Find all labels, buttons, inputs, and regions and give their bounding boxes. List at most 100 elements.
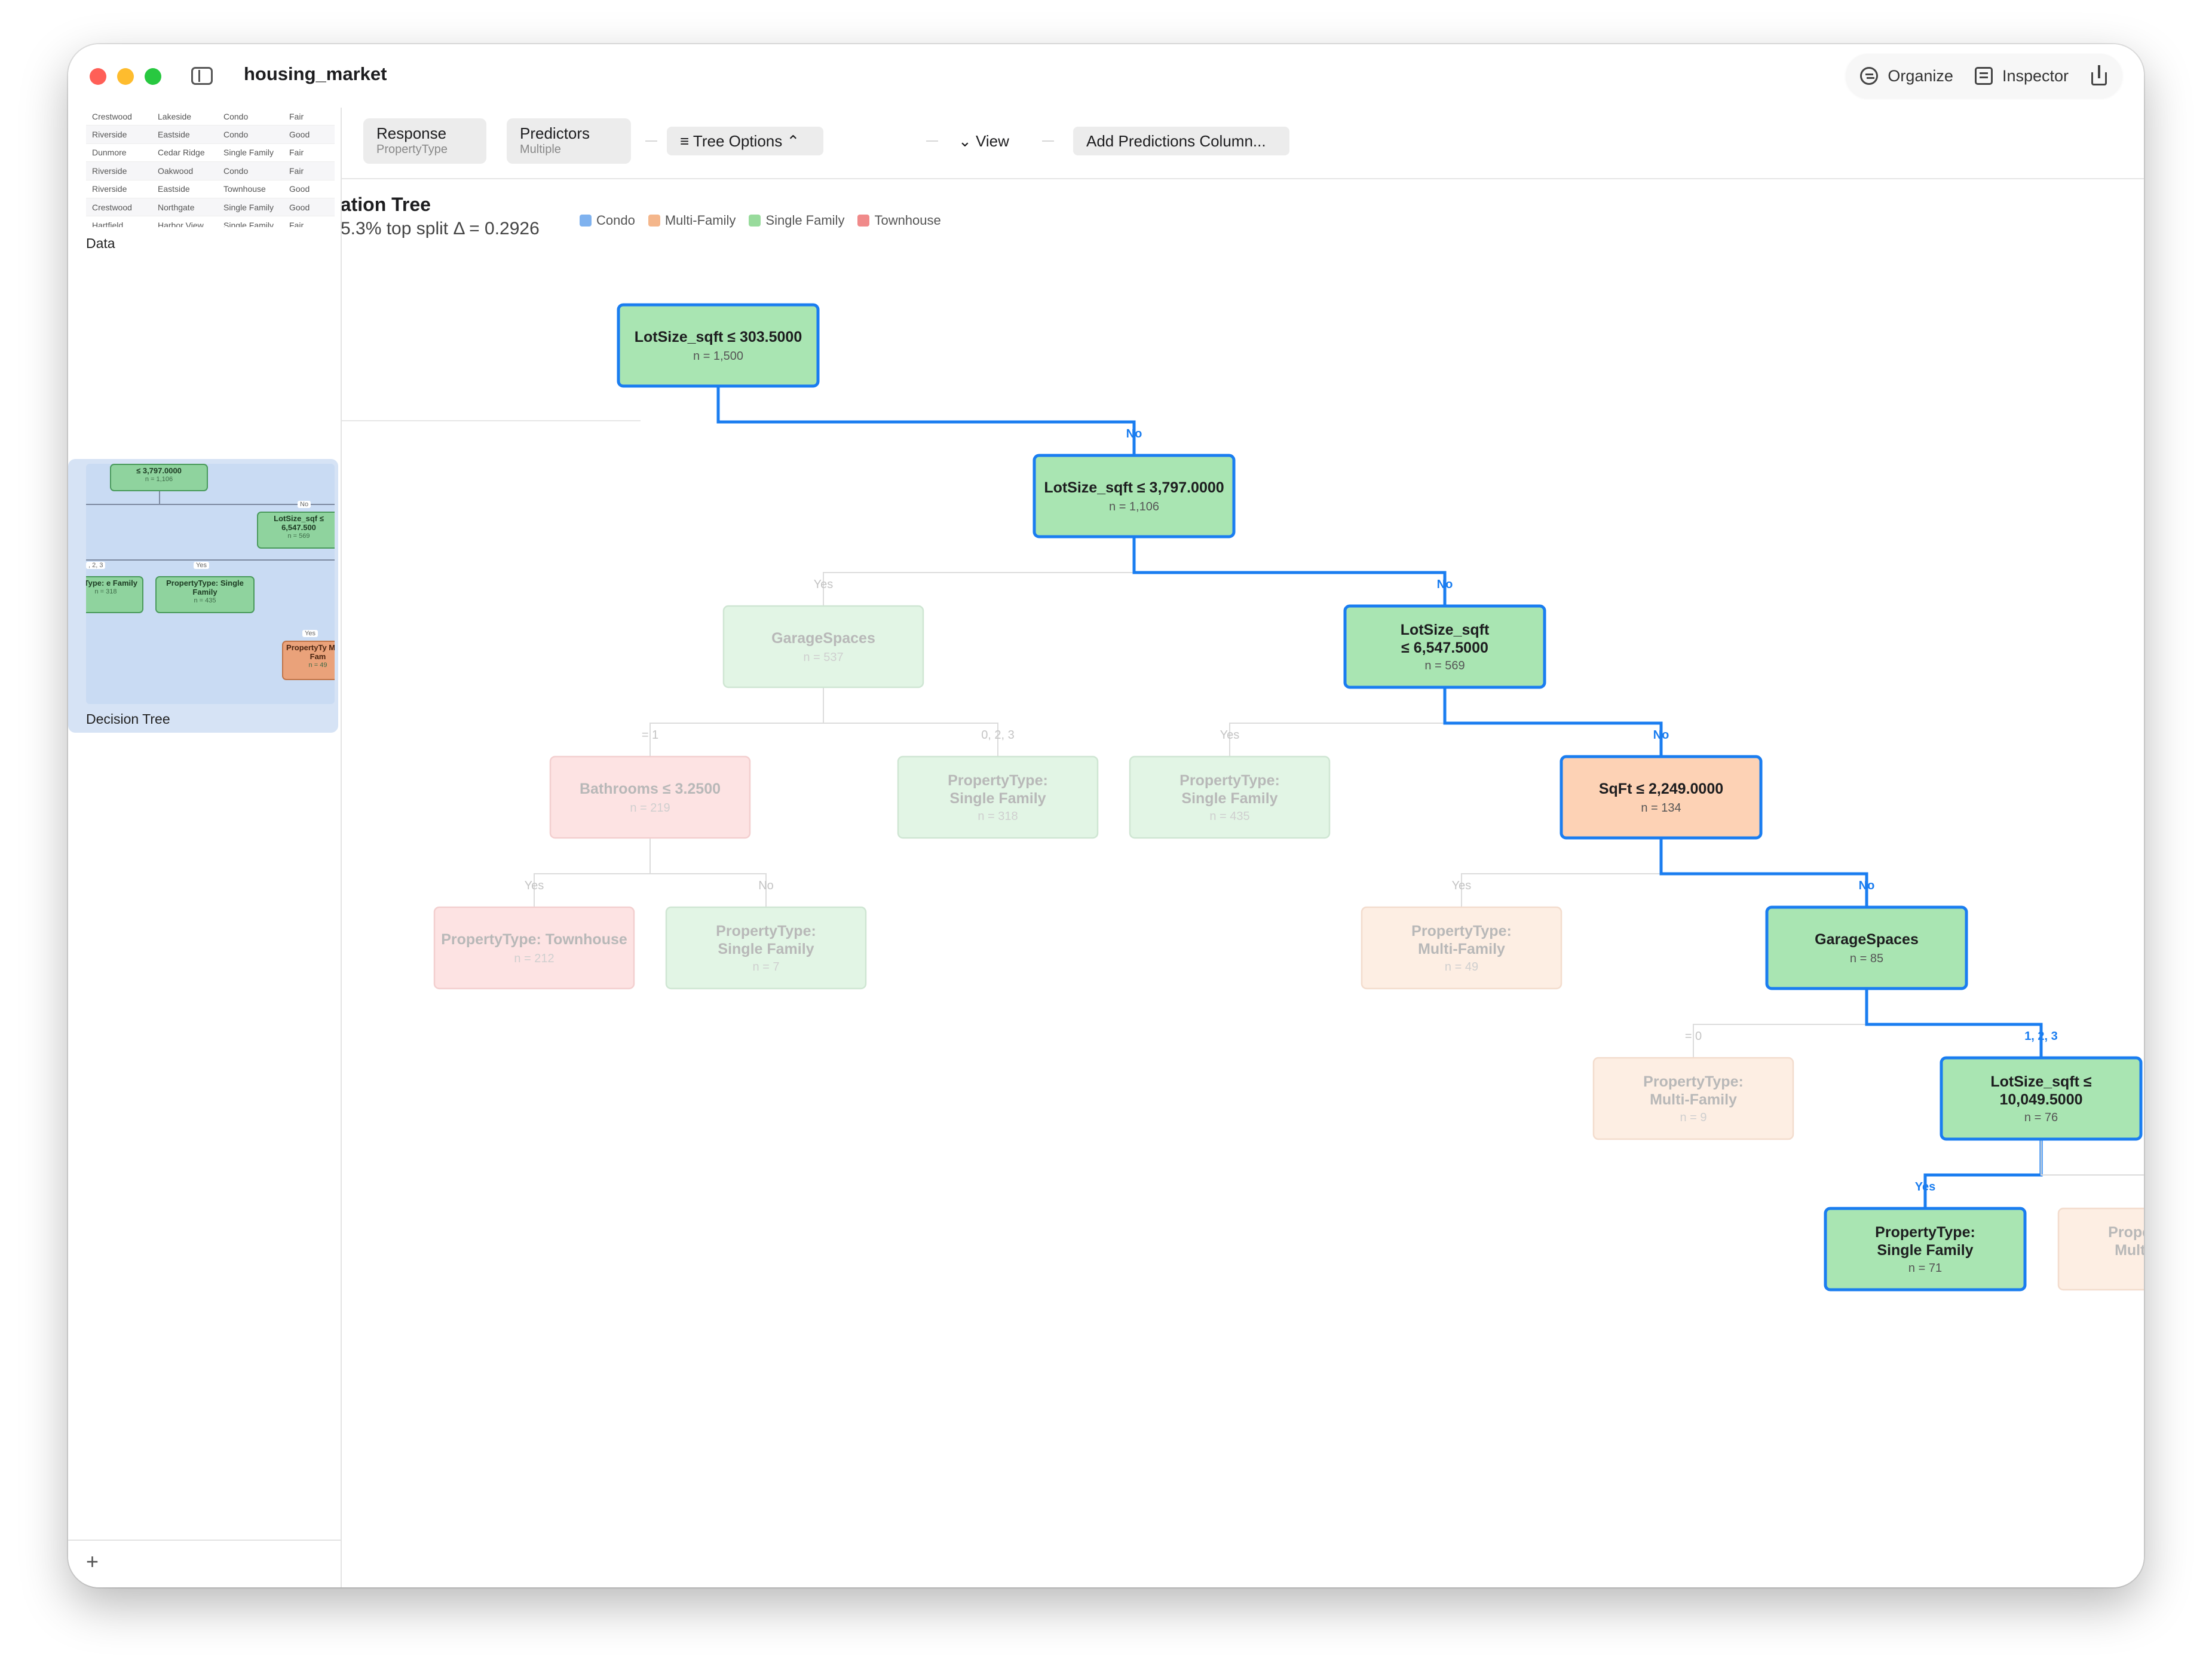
data-cell: Fair bbox=[289, 111, 304, 121]
tree-node[interactable]: PropertyType:Multi-Family n = 49 bbox=[1361, 906, 1563, 990]
tree-node[interactable]: LotSize_sqft ≤10,049.5000 n = 76 bbox=[1940, 1056, 2143, 1141]
tree-canvas[interactable]: cation Tree 5.3% top split Δ = 0.2926 Co… bbox=[342, 179, 2144, 1587]
node-box bbox=[1033, 454, 1236, 538]
node-label: LotSize_sqft ≤ bbox=[1990, 1073, 2092, 1090]
node-label: PropertyType: bbox=[1643, 1073, 1744, 1090]
node-label: 10,049.5000 bbox=[1999, 1091, 2082, 1108]
tree-options-button[interactable]: ≡ Tree Options ⌃ bbox=[667, 127, 823, 155]
tree-node[interactable]: Bathrooms ≤ 3.2500 n = 219 bbox=[549, 755, 751, 839]
sidebar-toggle-icon[interactable] bbox=[191, 67, 213, 85]
toolbar-separator bbox=[645, 140, 657, 142]
predictors-value: Multiple bbox=[520, 143, 561, 156]
toolbar-separator bbox=[1042, 140, 1054, 142]
node-box bbox=[549, 755, 751, 839]
node-box bbox=[433, 906, 635, 990]
close-window-button[interactable] bbox=[90, 68, 106, 85]
data-cell: Lakeside bbox=[158, 111, 192, 121]
minimize-window-button[interactable] bbox=[117, 68, 134, 85]
data-sheet-label[interactable]: Data bbox=[86, 235, 115, 252]
thumb-node: ≤ 3,797.0000 n = 1,106 bbox=[110, 464, 208, 491]
organize-button[interactable]: Organize bbox=[1860, 67, 1953, 85]
tree-edge-active bbox=[1132, 537, 1447, 606]
organize-icon bbox=[1860, 67, 1879, 85]
edge-label: No bbox=[1126, 427, 1142, 440]
tree-node[interactable]: LotSize_sqft ≤ 3,797.0000 n = 1,106 bbox=[1033, 454, 1236, 538]
data-row: Riverside Oakwood Condo Fair bbox=[86, 162, 335, 180]
node-count: n = 134 bbox=[1641, 801, 1681, 815]
inspector-label: Inspector bbox=[2002, 66, 2069, 85]
edge-label: = 0 bbox=[1685, 1030, 1702, 1043]
data-cell: Good bbox=[289, 130, 310, 140]
data-cell: Northgate bbox=[158, 202, 195, 212]
tree-node[interactable]: PropertyType:Single Family n = 318 bbox=[897, 755, 1099, 839]
thumb-node: rtyType: e Familyn = 318 bbox=[86, 576, 143, 613]
node-label: PropertyType: bbox=[1875, 1224, 1975, 1241]
decision-tree-sheet-selected[interactable]: ≤ 3,797.0000 n = 1,106 No LotSize_sqf ≤ 6… bbox=[68, 459, 338, 733]
data-cell: Good bbox=[289, 202, 310, 212]
data-row: Riverside Eastside Condo Good bbox=[86, 126, 335, 144]
data-cell: Riverside bbox=[92, 130, 127, 140]
node-label: LotSize_sqft ≤ 303.5000 bbox=[635, 329, 802, 345]
tree-edge bbox=[649, 838, 767, 907]
thumb-edge-label: Yes bbox=[194, 562, 209, 569]
data-cell: Oakwood bbox=[158, 166, 194, 176]
data-row: Dunmore Cedar Ridge Single Family Fair bbox=[86, 144, 335, 163]
data-sheet-thumbnail[interactable]: Crestwood Lakeside Condo Fair Riverside Easts… bbox=[86, 108, 335, 227]
data-row: Crestwood Lakeside Condo Fair bbox=[86, 108, 335, 126]
predictors-selector[interactable]: Predictors Multiple bbox=[507, 118, 631, 164]
response-title: Response bbox=[376, 124, 447, 142]
zoom-window-button[interactable] bbox=[145, 68, 161, 85]
node-label: Multi-Family bbox=[1418, 941, 1505, 957]
response-selector[interactable]: Response PropertyType bbox=[363, 118, 486, 164]
tree-node[interactable]: LotSize_sqft ≤ 303.5000 n = 1,500 bbox=[617, 303, 820, 388]
node-label: Single Family bbox=[1877, 1242, 1973, 1259]
inspector-button[interactable]: Inspector bbox=[1974, 66, 2069, 85]
view-menu[interactable]: ⌄ View bbox=[958, 127, 1009, 155]
data-cell: Eastside bbox=[158, 130, 190, 140]
edge-label: Yes bbox=[1452, 879, 1472, 892]
data-cell: Condo bbox=[223, 166, 249, 176]
tree-node[interactable]: PropertyType:Multi-Familyn = 5 bbox=[2057, 1207, 2144, 1291]
data-cell: Fair bbox=[289, 221, 304, 227]
data-cell: Single Family bbox=[223, 202, 274, 212]
tree-edge-active bbox=[1923, 1139, 2043, 1208]
tree-node[interactable]: PropertyType: Townhouse n = 212 bbox=[433, 906, 635, 990]
node-count: n = 569 bbox=[1424, 659, 1465, 672]
data-cell: Fair bbox=[289, 148, 304, 158]
edge-label: No bbox=[1859, 879, 1875, 892]
node-label: Single Family bbox=[1181, 790, 1277, 807]
node-label: SqFt ≤ 2,249.0000 bbox=[1599, 781, 1723, 797]
tree-node[interactable]: PropertyType:Multi-Family n = 9 bbox=[1592, 1057, 1794, 1140]
node-count: n = 9 bbox=[1680, 1111, 1707, 1124]
node-label: LotSize_sqft bbox=[1401, 622, 1490, 638]
node-label: Bathrooms ≤ 3.2500 bbox=[580, 781, 721, 797]
thumb-node: PropertyTy Multi-Famn = 49 bbox=[282, 641, 335, 680]
data-cell: Townhouse bbox=[223, 184, 266, 194]
share-button[interactable] bbox=[2090, 65, 2108, 87]
add-predictions-column-button[interactable]: Add Predictions Column... bbox=[1073, 127, 1289, 155]
controls-toolbar: Response PropertyType Predictors Multipl… bbox=[342, 108, 2144, 179]
node-label: PropertyType: bbox=[1179, 772, 1280, 789]
tree-node[interactable]: GarageSpaces n = 537 bbox=[722, 605, 924, 688]
sidebar: Crestwood Lakeside Condo Fair Riverside Easts… bbox=[68, 108, 342, 1587]
edge-label: = 1 bbox=[642, 729, 658, 742]
tree-edge-active bbox=[716, 386, 1136, 455]
data-cell: Good bbox=[289, 184, 310, 194]
tree-edge bbox=[649, 687, 824, 757]
tree-node[interactable]: LotSize_sqft≤ 6,547.5000 n = 569 bbox=[1343, 604, 1546, 689]
tree-node[interactable]: SqFt ≤ 2,249.0000 n = 134 bbox=[1560, 755, 1763, 840]
tree-edge bbox=[2041, 1139, 2144, 1176]
tree-edge bbox=[823, 537, 1135, 606]
response-value: PropertyType bbox=[376, 143, 448, 156]
node-label: Multi-Family bbox=[2115, 1242, 2144, 1259]
tree-node[interactable]: PropertyType:Single Family n = 7 bbox=[665, 906, 867, 990]
data-cell: Riverside bbox=[92, 166, 127, 176]
tree-node[interactable]: PropertyType:Single Family n = 435 bbox=[1129, 755, 1331, 839]
tree-node[interactable]: GarageSpaces n = 85 bbox=[1765, 905, 1968, 990]
thumb-node: LotSize_sqf ≤ 6,547.500 n = 569 bbox=[257, 512, 335, 549]
tree-node[interactable]: PropertyType:Single Family n = 71 bbox=[1824, 1207, 2027, 1292]
add-sheet-button[interactable]: + bbox=[86, 1549, 99, 1574]
inspector-icon bbox=[1974, 67, 1993, 85]
edge-label: No bbox=[1437, 578, 1453, 591]
node-label: Single Family bbox=[949, 790, 1046, 807]
